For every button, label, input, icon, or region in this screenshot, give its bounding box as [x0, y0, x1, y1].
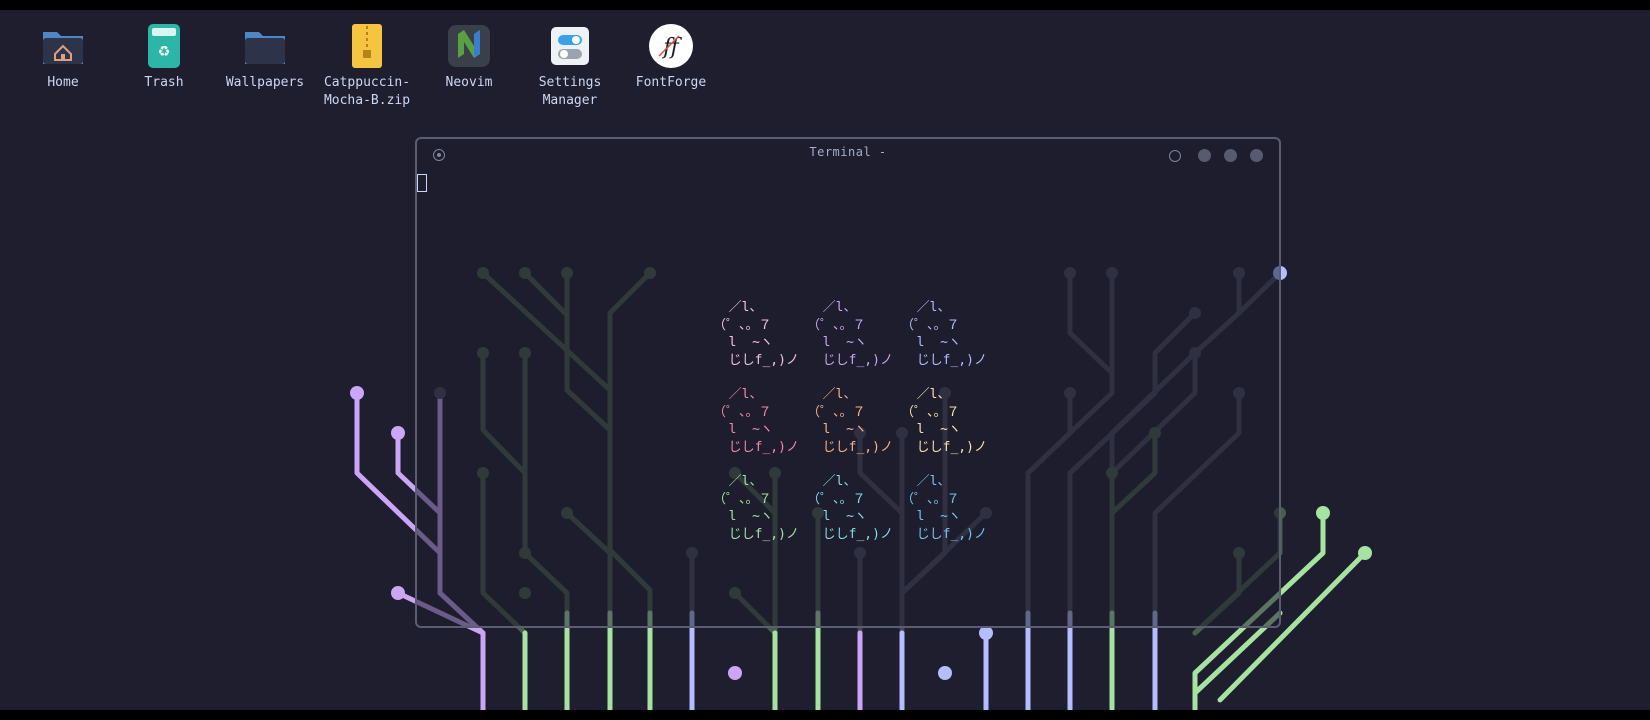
- ascii-cat: ／l、 （゜、。７ l ~ヽ じしf_,)ノ: [901, 387, 987, 455]
- maximize-button[interactable]: [1224, 149, 1237, 162]
- ascii-cat: ／l、 （゜、。７ l ~ヽ じしf_,)ノ: [901, 474, 987, 542]
- ascii-cat: ／l、 （゜、。７ l ~ヽ じしf_,)ノ: [713, 474, 799, 542]
- cat-row: ／l、 （゜、。７ l ~ヽ じしf_,)ノ ／l、 （゜、。７ l ~ヽ じし…: [713, 473, 995, 543]
- desktop-icon-wallpapers[interactable]: Wallpapers: [215, 10, 315, 92]
- terminal-window[interactable]: Terminal - ／l、 （゜、。７ l ~ヽ じしf_,)ノ ／l、 （゜…: [415, 137, 1281, 628]
- desktop-icon-label: Home: [47, 75, 79, 90]
- fontforge-icon: ff: [647, 22, 695, 70]
- desktop-icon-zip[interactable]: Catppuccin- Mocha-B.zip: [317, 10, 417, 110]
- ascii-cat: ／l、 （゜、。７ l ~ヽ じしf_,)ノ: [807, 387, 893, 455]
- terminal-cursor: [417, 174, 427, 192]
- close-button[interactable]: [1250, 149, 1263, 162]
- folder-icon: [241, 22, 289, 70]
- settings-manager-icon: [546, 22, 594, 70]
- desktop-icon-label: Trash: [144, 75, 184, 90]
- terminal-output: ／l、 （゜、。７ l ~ヽ じしf_,)ノ ／l、 （゜、。７ l ~ヽ じし…: [713, 299, 995, 560]
- desktop-icon-label: Neovim: [445, 75, 493, 90]
- ascii-cat: ／l、 （゜、。７ l ~ヽ じしf_,)ノ: [713, 387, 799, 455]
- minimize-button[interactable]: [1198, 149, 1211, 162]
- home-folder-icon: [39, 22, 87, 70]
- desktop-icon-settings-manager[interactable]: Settings Manager: [520, 10, 620, 110]
- window-title: Terminal -: [809, 145, 887, 159]
- zip-archive-icon: [343, 22, 391, 70]
- desktop-icon-label: Wallpapers: [225, 75, 305, 90]
- desktop-icon-label: Catppuccin- Mocha-B.zip: [323, 75, 411, 108]
- desktop-icon-home[interactable]: Home: [13, 10, 113, 92]
- desktop-icon-label: Settings Manager: [538, 75, 602, 108]
- desktop-icon-neovim[interactable]: Neovim: [419, 10, 519, 92]
- desktop-icon-trash[interactable]: ♻ Trash: [114, 10, 214, 92]
- cat-row: ／l、 （゜、。７ l ~ヽ じしf_,)ノ ／l、 （゜、。７ l ~ヽ じし…: [713, 299, 995, 369]
- trash-icon: ♻: [140, 22, 188, 70]
- desktop: Home ♻ Trash Wallpapers Catppuccin- Moch…: [0, 10, 1650, 710]
- sticky-window-button[interactable]: [1169, 150, 1181, 162]
- svg-text:♻: ♻: [158, 44, 171, 60]
- ascii-cat: ／l、 （゜、。７ l ~ヽ じしf_,)ノ: [713, 300, 799, 368]
- ascii-cat: ／l、 （゜、。７ l ~ヽ じしf_,)ノ: [807, 300, 893, 368]
- desktop-icon-label: FontForge: [635, 75, 707, 90]
- neovim-icon: [445, 22, 493, 70]
- ascii-cat: ／l、 （゜、。７ l ~ヽ じしf_,)ノ: [807, 474, 893, 542]
- desktop-icon-fontforge[interactable]: ff FontForge: [621, 10, 721, 92]
- cat-row: ／l、 （゜、。７ l ~ヽ じしf_,)ノ ／l、 （゜、。７ l ~ヽ じし…: [713, 386, 995, 456]
- ascii-cat: ／l、 （゜、。７ l ~ヽ じしf_,)ノ: [901, 300, 987, 368]
